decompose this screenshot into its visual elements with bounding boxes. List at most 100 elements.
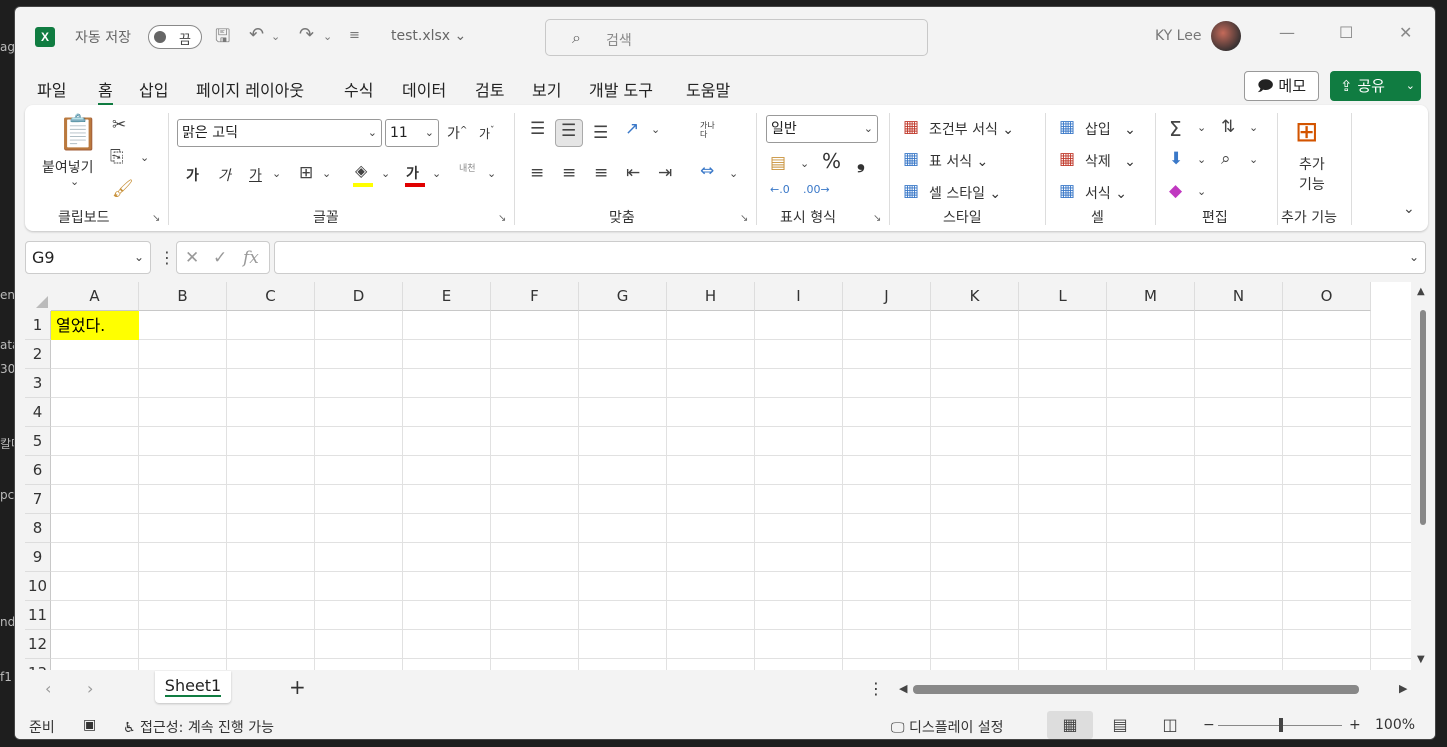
font-color-button[interactable]: 가 xyxy=(406,163,419,183)
row-header[interactable]: 13 xyxy=(25,659,51,670)
launcher-icon[interactable]: ↘ xyxy=(873,213,881,224)
tab-insert[interactable]: 삽입 xyxy=(139,77,168,101)
launcher-icon[interactable]: ↘ xyxy=(152,213,160,224)
tab-view[interactable]: 보기 xyxy=(532,77,561,101)
page-break-view-icon[interactable]: ◫ xyxy=(1147,711,1193,739)
align-top-icon[interactable]: ☰ xyxy=(530,119,545,139)
clear-icon[interactable]: ◆ xyxy=(1169,181,1182,201)
decrease-indent-icon[interactable]: ⇤ xyxy=(626,163,640,183)
add-sheet-button[interactable]: + xyxy=(289,675,306,699)
save-icon[interactable]: 🖫 xyxy=(215,24,230,54)
accounting-dropdown-icon[interactable]: ⌄ xyxy=(800,157,809,170)
avatar[interactable] xyxy=(1211,21,1241,51)
fill-color-dropdown-icon[interactable]: ⌄ xyxy=(381,167,390,180)
launcher-icon[interactable]: ↘ xyxy=(498,213,506,224)
zoom-slider-knob[interactable] xyxy=(1279,718,1283,732)
fill-icon[interactable]: ⬇ xyxy=(1169,149,1183,169)
more-icon[interactable]: ⋮ xyxy=(159,248,175,267)
conditional-format-button[interactable]: 조건부 서식 ⌄ xyxy=(929,119,1014,139)
filename[interactable]: test.xlsx ⌄ xyxy=(391,28,466,44)
align-center-icon[interactable]: ≡ xyxy=(562,163,576,183)
addins-icon[interactable]: ⊞ xyxy=(1295,115,1318,148)
row-header[interactable]: 6 xyxy=(25,456,51,485)
undo-dropdown-icon[interactable]: ⌄ xyxy=(271,30,280,43)
autosum-dropdown-icon[interactable]: ⌄ xyxy=(1197,121,1206,134)
column-header[interactable]: H xyxy=(667,282,755,311)
format-cells-button[interactable]: 서식 ⌄ xyxy=(1085,183,1127,203)
accessibility-button[interactable]: ♿ 접근성: 계속 진행 가능 xyxy=(123,717,274,737)
close-icon[interactable]: ✕ xyxy=(1399,23,1412,42)
tab-formulas[interactable]: 수식 xyxy=(344,77,373,101)
undo-icon[interactable]: ↶ xyxy=(249,24,264,45)
font-size-select[interactable]: 11 ⌄ xyxy=(385,119,439,147)
row-header[interactable]: 3 xyxy=(25,369,51,398)
row-header[interactable]: 4 xyxy=(25,398,51,427)
redo-icon[interactable]: ↷ xyxy=(299,24,314,45)
tab-data[interactable]: 데이터 xyxy=(402,77,446,101)
collapse-ribbon-icon[interactable]: ⌄ xyxy=(1403,201,1415,217)
format-as-table-button[interactable]: 표 서식 ⌄ xyxy=(929,151,988,171)
minimize-icon[interactable]: — xyxy=(1279,23,1295,42)
fill-color-icon[interactable]: ◈ xyxy=(355,161,367,180)
column-header[interactable]: E xyxy=(403,282,491,311)
next-sheet-icon[interactable]: › xyxy=(87,679,93,698)
normal-view-icon[interactable]: ▦ xyxy=(1047,711,1093,739)
font-color-dropdown-icon[interactable]: ⌄ xyxy=(432,167,441,180)
copy-dropdown-icon[interactable]: ⌄ xyxy=(140,151,149,164)
align-right-icon[interactable]: ≡ xyxy=(594,163,608,183)
autosave-toggle[interactable]: 끔 xyxy=(148,25,202,49)
row-header[interactable]: 7 xyxy=(25,485,51,514)
row-header[interactable]: 11 xyxy=(25,601,51,630)
borders-dropdown-icon[interactable]: ⌄ xyxy=(322,167,331,180)
insert-function-button[interactable]: fx xyxy=(243,248,259,268)
orientation-icon[interactable]: ↗ xyxy=(625,119,639,139)
search-box[interactable]: ⌕ 검색 xyxy=(545,19,928,56)
user-name[interactable]: KY Lee xyxy=(1155,28,1201,44)
fill-dropdown-icon[interactable]: ⌄ xyxy=(1197,153,1206,166)
cell-styles-button[interactable]: 셀 스타일 ⌄ xyxy=(929,183,1001,203)
customize-toolbar-icon[interactable]: ≡ xyxy=(349,28,360,43)
zoom-level[interactable]: 100% xyxy=(1375,717,1415,733)
row-header[interactable]: 5 xyxy=(25,427,51,456)
bold-button[interactable]: 가 xyxy=(186,165,199,185)
column-header[interactable]: N xyxy=(1195,282,1283,311)
percent-button[interactable]: % xyxy=(822,149,841,173)
scroll-up-icon[interactable]: ▲ xyxy=(1417,286,1425,297)
tab-page-layout[interactable]: 페이지 레이아웃 xyxy=(196,77,304,101)
row-header[interactable]: 9 xyxy=(25,543,51,572)
accounting-format-icon[interactable]: ▤ xyxy=(770,153,786,173)
scroll-thumb[interactable] xyxy=(913,685,1359,694)
sort-filter-dropdown-icon[interactable]: ⌄ xyxy=(1249,121,1258,134)
align-left-icon[interactable]: ≡ xyxy=(530,163,544,183)
row-header[interactable]: 10 xyxy=(25,572,51,601)
maximize-icon[interactable]: ☐ xyxy=(1339,23,1353,42)
cancel-icon[interactable]: ✕ xyxy=(185,248,199,268)
increase-decimal-button[interactable]: ←.0 xyxy=(770,183,790,196)
sort-filter-icon[interactable]: ⇅ xyxy=(1221,117,1235,137)
column-header[interactable]: M xyxy=(1107,282,1195,311)
cell-a1[interactable]: 열었다. xyxy=(51,311,139,340)
merge-center-icon[interactable]: ⇔ xyxy=(700,161,714,181)
tab-developer[interactable]: 개발 도구 xyxy=(589,77,653,101)
column-header[interactable]: G xyxy=(579,282,667,311)
find-icon[interactable]: ⌕ xyxy=(1221,149,1231,169)
sheet-tab[interactable]: Sheet1 xyxy=(155,671,231,703)
paste-dropdown-icon[interactable]: ⌄ xyxy=(70,175,79,188)
wrap-text-button[interactable]: 가나다 xyxy=(700,121,722,139)
clear-dropdown-icon[interactable]: ⌄ xyxy=(1197,185,1206,198)
zoom-out-icon[interactable]: − xyxy=(1203,717,1215,733)
align-bottom-icon[interactable]: ☰ xyxy=(593,123,608,143)
cut-icon[interactable]: ✂ xyxy=(112,115,126,135)
enter-icon[interactable]: ✓ xyxy=(213,248,227,268)
tab-file[interactable]: 파일 xyxy=(37,77,66,101)
borders-icon[interactable]: ⊞ xyxy=(299,163,313,183)
column-header[interactable]: O xyxy=(1283,282,1371,311)
addins-button[interactable]: 추가 기능 xyxy=(1299,155,1325,195)
chevron-down-icon[interactable]: ⌄ xyxy=(1409,250,1419,264)
paste-icon[interactable]: 📋 xyxy=(57,113,99,153)
comments-button[interactable]: 🗩 메모 xyxy=(1244,71,1319,101)
name-box[interactable]: G9 ⌄ xyxy=(25,241,151,274)
delete-cells-button[interactable]: 삭제 ⌄ xyxy=(1085,151,1136,171)
increase-indent-icon[interactable]: ⇥ xyxy=(658,163,672,183)
underline-dropdown-icon[interactable]: ⌄ xyxy=(272,167,281,180)
